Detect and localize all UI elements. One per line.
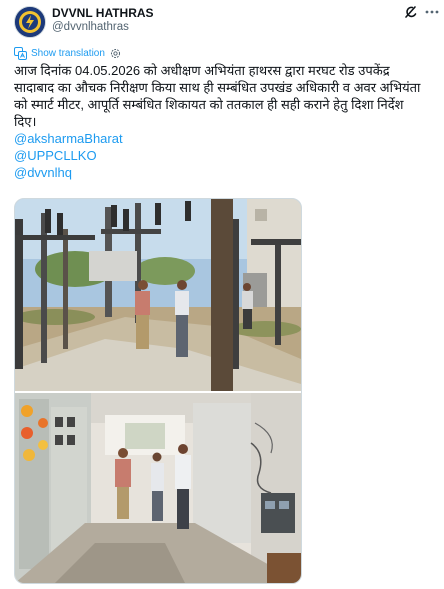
author-handle[interactable]: @dvvnlhathras bbox=[52, 21, 129, 33]
gear-icon[interactable] bbox=[110, 48, 121, 59]
tweet-text-line: सादाबाद का औचक निरीक्षण किया साथ ही सम्ब… bbox=[14, 80, 421, 95]
author-display-name[interactable]: DVVNL HATHRAS bbox=[52, 6, 154, 20]
tweet-text-line: को स्मार्ट मीटर, आपूर्ति सम्बंधित शिकायत… bbox=[14, 97, 404, 112]
indoor-control-room-photo[interactable] bbox=[15, 393, 301, 583]
profile-avatar[interactable] bbox=[14, 6, 46, 38]
tweet: DVVNL HATHRAS @dvvnlhathras Show transla… bbox=[0, 0, 444, 589]
tweet-text-line: दिए। bbox=[14, 114, 37, 129]
tweet-text: आज दिनांक 04.05.2026 को अधीक्षण अभियंता … bbox=[14, 62, 434, 181]
dvvnl-logo bbox=[15, 7, 45, 37]
show-translation-link[interactable]: Show translation bbox=[14, 46, 121, 60]
mention-link[interactable]: @dvvnlhq bbox=[14, 164, 434, 181]
mention-link[interactable]: @aksharmaBharat bbox=[14, 130, 434, 147]
mention-link[interactable]: @UPPCLLKO bbox=[14, 147, 434, 164]
grok-icon[interactable] bbox=[403, 4, 419, 20]
media-grid bbox=[14, 198, 302, 584]
translate-icon bbox=[14, 46, 27, 60]
tweet-text-line: आज दिनांक 04.05.2026 को अधीक्षण अभियंता … bbox=[14, 63, 390, 78]
show-translation-label[interactable]: Show translation bbox=[31, 48, 105, 59]
outdoor-substation-photo[interactable] bbox=[15, 199, 301, 391]
more-options-icon[interactable] bbox=[424, 4, 440, 20]
